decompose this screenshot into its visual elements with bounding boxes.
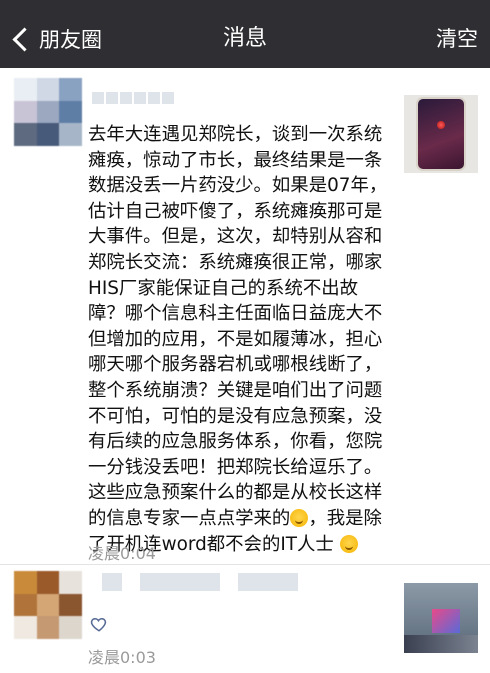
sender-name-blurred [92, 92, 174, 112]
post-thumbnail[interactable] [404, 583, 478, 653]
message-time: 凌晨0:03 [88, 648, 156, 667]
post-thumbnail[interactable] [404, 95, 478, 173]
status-bar [0, 0, 490, 8]
heart-icon[interactable] [90, 615, 108, 633]
clear-button[interactable]: 清空 [436, 22, 478, 56]
navigation-bar: 朋友圈 消息 清空 [0, 0, 490, 68]
comment-text: 去年大连遇见郑院长，谈到一次系统瘫痪，惊动了市长，最终结果是一条数据没丢一片药没… [88, 122, 388, 557]
message-time: 凌晨0:04 [88, 544, 156, 563]
thinking-face-icon [290, 508, 309, 527]
room-floor [404, 635, 478, 653]
message-item[interactable]: 凌晨0:03 [0, 564, 490, 673]
avatar[interactable] [14, 571, 82, 639]
page-title: 消息 [222, 26, 267, 51]
room-screen [432, 609, 460, 633]
sender-name-blurred [102, 573, 298, 591]
winking-tongue-face-icon [339, 534, 358, 553]
brand-logo-icon [437, 121, 445, 129]
phone-screen [418, 99, 464, 169]
message-item[interactable]: 去年大连遇见郑院长，谈到一次系统瘫痪，惊动了市长，最终结果是一条数据没丢一片药没… [0, 68, 490, 564]
avatar[interactable] [14, 78, 82, 146]
comment-text-part-1: 去年大连遇见郑院长，谈到一次系统瘫痪，惊动了市长，最终结果是一条数据没丢一片药没… [88, 124, 388, 529]
